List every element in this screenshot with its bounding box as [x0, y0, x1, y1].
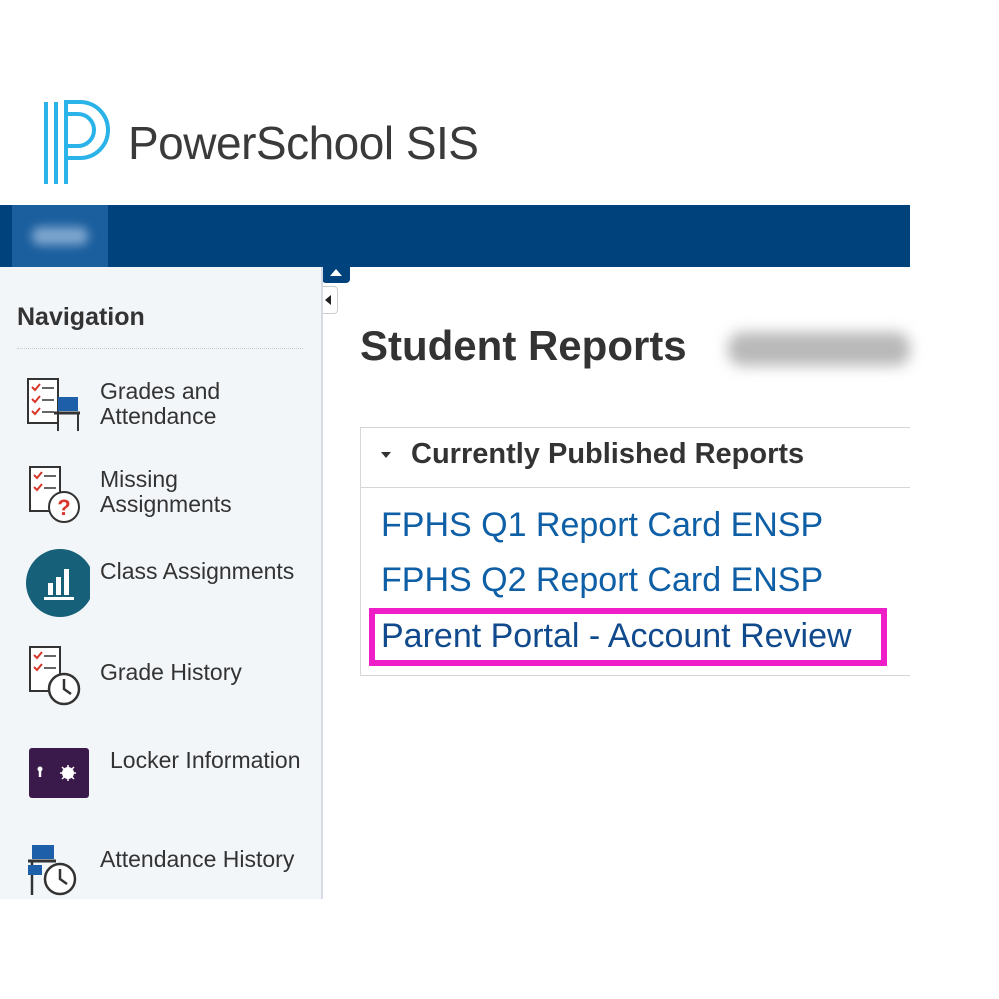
report-link-q1[interactable]: FPHS Q1 Report Card ENSP — [381, 506, 823, 545]
missing-assignments-icon: ? — [29, 466, 80, 523]
sidebar-item-locker-information[interactable]: Locker Information — [20, 741, 310, 813]
sidebar-item-missing-assignments[interactable]: ? Missing Assignments — [20, 463, 310, 535]
sidebar-item-label: Missing Assignments — [100, 466, 232, 517]
topbar-tab-label — [32, 227, 88, 245]
navigation-heading: Navigation — [17, 303, 145, 331]
panel-title: Currently Published Reports — [411, 438, 805, 470]
class-assignments-icon — [26, 549, 90, 617]
page-title: Student Reports — [360, 322, 687, 369]
sidebar-item-label: Grade History — [100, 659, 242, 685]
collapse-caret-icon[interactable] — [381, 452, 391, 458]
student-name-redacted — [728, 332, 910, 366]
sidebar-item-attendance-history[interactable]: Attendance History — [20, 841, 310, 899]
nav-divider — [17, 348, 303, 349]
report-link-account-review[interactable]: Parent Portal - Account Review — [381, 617, 852, 656]
sidebar-item-label: Class Assignments — [100, 558, 295, 584]
locker-icon — [29, 748, 89, 798]
sidebar-item-label: Locker Information — [110, 747, 301, 773]
top-navigation-bar — [0, 205, 910, 267]
svg-text:?: ? — [57, 495, 70, 520]
panel-header[interactable]: Currently Published Reports — [361, 428, 910, 488]
sidebar-item-label: Grades and Attendance — [100, 378, 221, 429]
attendance-history-icon — [28, 845, 77, 896]
topbar-tab[interactable] — [12, 205, 108, 267]
report-link-q2[interactable]: FPHS Q2 Report Card ENSP — [381, 561, 823, 600]
sidebar-item-grades-attendance[interactable]: Grades and Attendance — [20, 373, 310, 445]
collapse-sidebar-button[interactable] — [322, 286, 338, 314]
powerschool-logo-icon — [44, 100, 110, 184]
sidebar-item-class-assignments[interactable]: Class Assignments — [20, 547, 310, 619]
published-reports-panel: Currently Published Reports FPHS Q1 Repo… — [360, 427, 910, 676]
grade-history-icon — [29, 646, 81, 706]
sidebar-item-grade-history[interactable]: Grade History — [20, 643, 310, 715]
app-title: PowerSchool SIS — [128, 117, 479, 169]
sidebar: Navigation Grades and Attendance ? Missi… — [0, 267, 323, 899]
grades-attendance-icon — [27, 378, 80, 431]
sidebar-item-label: Attendance History — [100, 846, 295, 872]
collapse-header-button[interactable] — [322, 265, 350, 283]
